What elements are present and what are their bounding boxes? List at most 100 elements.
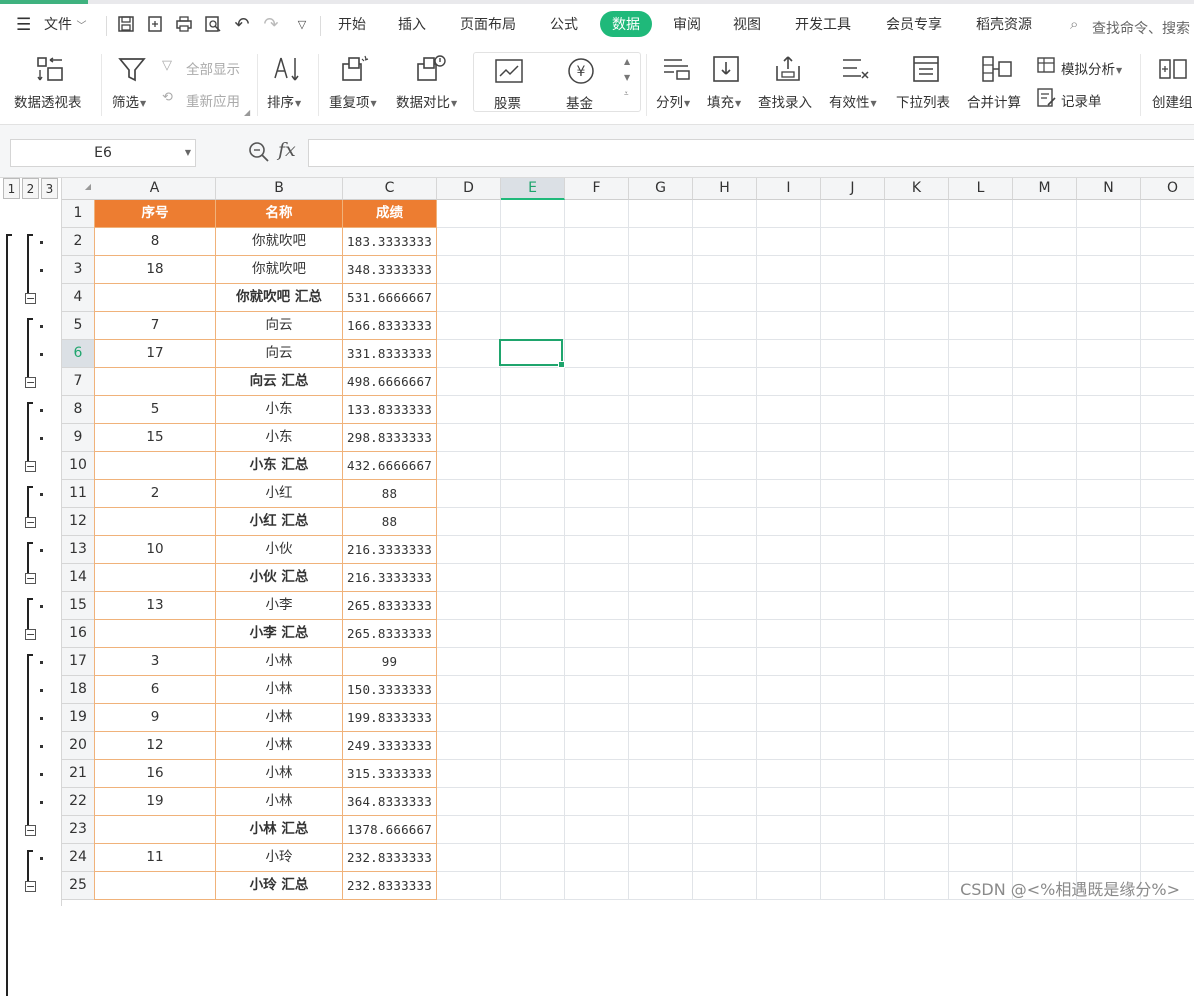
- cell-O1[interactable]: [1141, 200, 1194, 228]
- cell-A11[interactable]: 2: [94, 480, 216, 508]
- data-compare-icon[interactable]: [415, 54, 447, 88]
- cell-L14[interactable]: [949, 564, 1013, 592]
- row-header-15[interactable]: 15: [62, 592, 95, 620]
- cell-D15[interactable]: [437, 592, 501, 620]
- filter-dialog-launcher-icon[interactable]: ◢: [244, 108, 250, 117]
- consolidate-icon[interactable]: [981, 54, 1013, 88]
- cell-N1[interactable]: [1077, 200, 1141, 228]
- cell-O12[interactable]: [1141, 508, 1194, 536]
- column-header-O[interactable]: O: [1141, 178, 1194, 200]
- cell-H20[interactable]: [693, 732, 757, 760]
- cell-B24[interactable]: 小玲: [216, 844, 343, 872]
- cell-A22[interactable]: 19: [94, 788, 216, 816]
- cell-M1[interactable]: [1013, 200, 1077, 228]
- cell-A3[interactable]: 18: [94, 256, 216, 284]
- cell-F6[interactable]: [565, 340, 629, 368]
- cell-O4[interactable]: [1141, 284, 1194, 312]
- cell-H25[interactable]: [693, 872, 757, 900]
- cell-J12[interactable]: [821, 508, 885, 536]
- cell-B3[interactable]: 你就吹吧: [216, 256, 343, 284]
- cell-B18[interactable]: 小林: [216, 676, 343, 704]
- cell-L10[interactable]: [949, 452, 1013, 480]
- cell-K8[interactable]: [885, 396, 949, 424]
- cell-N2[interactable]: [1077, 228, 1141, 256]
- cell-L6[interactable]: [949, 340, 1013, 368]
- cell-N23[interactable]: [1077, 816, 1141, 844]
- tab-3[interactable]: 公式: [550, 14, 578, 34]
- tab-0[interactable]: 开始: [338, 14, 366, 34]
- cell-F18[interactable]: [565, 676, 629, 704]
- column-header-H[interactable]: H: [693, 178, 757, 200]
- cell-M9[interactable]: [1013, 424, 1077, 452]
- cell-F12[interactable]: [565, 508, 629, 536]
- cell-K22[interactable]: [885, 788, 949, 816]
- cell-A18[interactable]: 6: [94, 676, 216, 704]
- cell-E7[interactable]: [501, 368, 565, 396]
- cell-H13[interactable]: [693, 536, 757, 564]
- row-header-7[interactable]: 7: [62, 368, 95, 396]
- cell-F14[interactable]: [565, 564, 629, 592]
- collapse-group-button[interactable]: −: [25, 573, 36, 584]
- cell-K23[interactable]: [885, 816, 949, 844]
- cell-L8[interactable]: [949, 396, 1013, 424]
- cell-K15[interactable]: [885, 592, 949, 620]
- cell-K1[interactable]: [885, 200, 949, 228]
- cell-C22[interactable]: 364.8333333: [343, 788, 437, 816]
- cell-B17[interactable]: 小林: [216, 648, 343, 676]
- whatif-button[interactable]: 模拟分析▼: [1061, 58, 1122, 78]
- cell-O10[interactable]: [1141, 452, 1194, 480]
- cell-L12[interactable]: [949, 508, 1013, 536]
- cell-C8[interactable]: 133.8333333: [343, 396, 437, 424]
- row-header-2[interactable]: 2: [62, 228, 95, 256]
- row-header-21[interactable]: 21: [62, 760, 95, 788]
- cell-N8[interactable]: [1077, 396, 1141, 424]
- cell-H6[interactable]: [693, 340, 757, 368]
- cell-D4[interactable]: [437, 284, 501, 312]
- cell-C6[interactable]: 331.8333333: [343, 340, 437, 368]
- cell-K10[interactable]: [885, 452, 949, 480]
- cell-N15[interactable]: [1077, 592, 1141, 620]
- row-header-9[interactable]: 9: [62, 424, 95, 452]
- zoom-formula-icon[interactable]: [248, 141, 270, 167]
- cell-I8[interactable]: [757, 396, 821, 424]
- cell-O5[interactable]: [1141, 312, 1194, 340]
- dropdown-list-button[interactable]: 下拉列表: [896, 91, 950, 111]
- cell-N18[interactable]: [1077, 676, 1141, 704]
- row-header-5[interactable]: 5: [62, 312, 95, 340]
- dropdown-list-icon[interactable]: [911, 54, 941, 88]
- cell-A16[interactable]: [94, 620, 216, 648]
- cell-K4[interactable]: [885, 284, 949, 312]
- cell-G22[interactable]: [629, 788, 693, 816]
- cell-C1[interactable]: 成绩: [343, 200, 437, 228]
- cell-O7[interactable]: [1141, 368, 1194, 396]
- row-header-25[interactable]: 25: [62, 872, 95, 900]
- column-header-F[interactable]: F: [565, 178, 629, 200]
- cell-J11[interactable]: [821, 480, 885, 508]
- cell-I6[interactable]: [757, 340, 821, 368]
- cell-B5[interactable]: 向云: [216, 312, 343, 340]
- cell-E22[interactable]: [501, 788, 565, 816]
- cell-C23[interactable]: 1378.666667: [343, 816, 437, 844]
- cell-E15[interactable]: [501, 592, 565, 620]
- cell-L9[interactable]: [949, 424, 1013, 452]
- cell-J13[interactable]: [821, 536, 885, 564]
- cell-L3[interactable]: [949, 256, 1013, 284]
- cell-I25[interactable]: [757, 872, 821, 900]
- cell-F13[interactable]: [565, 536, 629, 564]
- cell-B1[interactable]: 名称: [216, 200, 343, 228]
- cell-B20[interactable]: 小林: [216, 732, 343, 760]
- cell-K14[interactable]: [885, 564, 949, 592]
- cell-N12[interactable]: [1077, 508, 1141, 536]
- cell-M20[interactable]: [1013, 732, 1077, 760]
- cell-C14[interactable]: 216.3333333: [343, 564, 437, 592]
- cell-H5[interactable]: [693, 312, 757, 340]
- gallery-scroll-icon[interactable]: ▲ ▼ ⩡: [624, 54, 630, 102]
- cell-M13[interactable]: [1013, 536, 1077, 564]
- split-column-icon[interactable]: [661, 56, 691, 86]
- cell-L2[interactable]: [949, 228, 1013, 256]
- cell-C21[interactable]: 315.3333333: [343, 760, 437, 788]
- undo-icon[interactable]: ↶: [232, 15, 252, 35]
- cell-F22[interactable]: [565, 788, 629, 816]
- cell-C7[interactable]: 498.6666667: [343, 368, 437, 396]
- cell-G24[interactable]: [629, 844, 693, 872]
